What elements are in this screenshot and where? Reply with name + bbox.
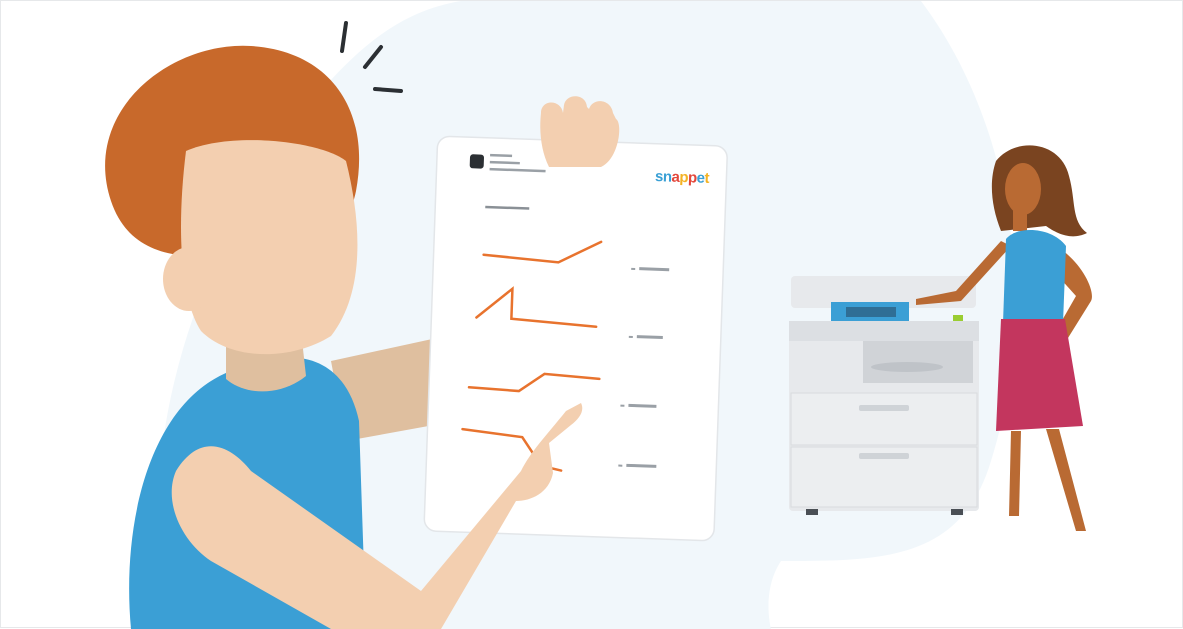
boy-holding-hand <box>540 96 620 167</box>
worksheet-paper <box>423 135 728 542</box>
woman-top <box>1003 229 1066 323</box>
boy-face <box>181 140 358 355</box>
woman-legs <box>1009 429 1086 531</box>
snappet-logo: snappet <box>655 168 710 187</box>
woman-face <box>1005 163 1041 215</box>
paper-header-icon <box>469 154 484 169</box>
boy-head <box>105 45 360 355</box>
illustration-scene <box>105 1 1092 629</box>
illustration-frame: snappet <box>0 0 1183 629</box>
logo-letter: t <box>704 169 710 187</box>
boy-ear <box>163 247 215 311</box>
woman-skirt <box>996 319 1083 431</box>
